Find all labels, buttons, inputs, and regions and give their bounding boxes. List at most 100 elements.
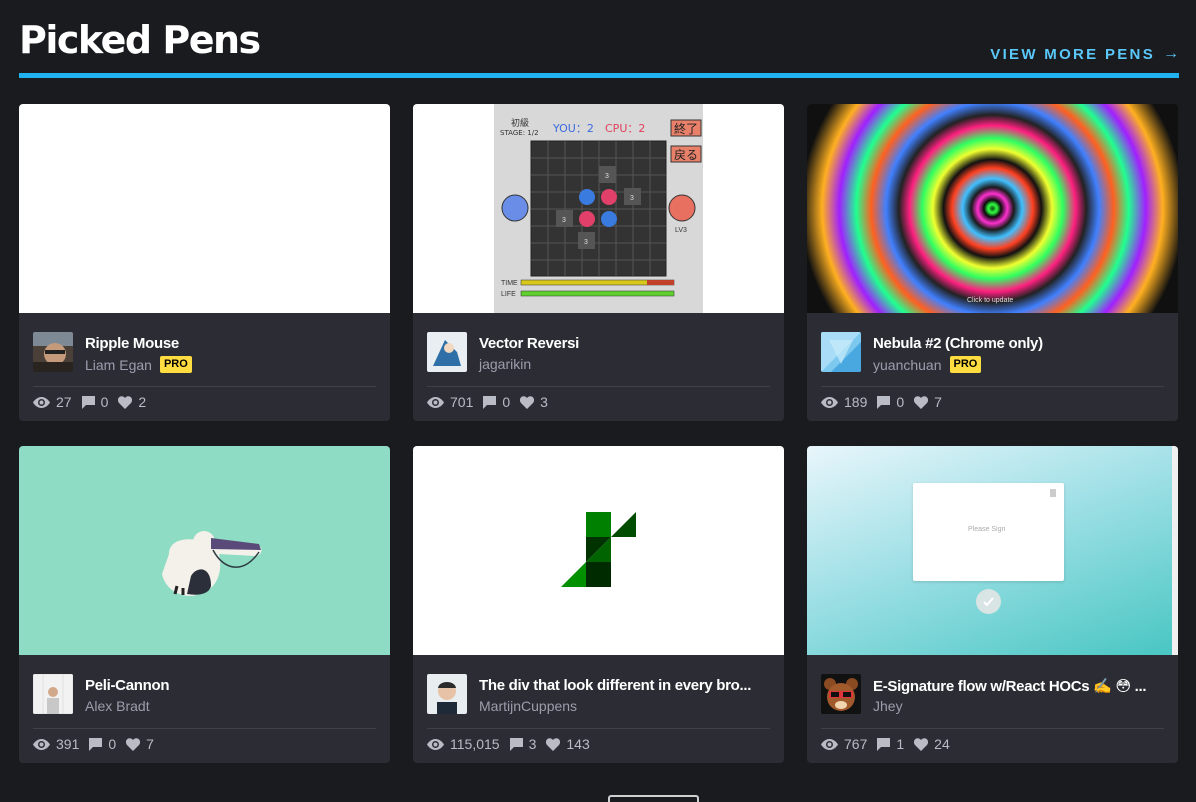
pen-card: Click to update Nebula #2 (Chrome only) … <box>807 104 1178 421</box>
pen-preview[interactable] <box>19 446 390 655</box>
time-label: TIME <box>501 280 518 287</box>
scrollbar[interactable] <box>1172 446 1178 655</box>
hearts-stat[interactable]: 7 <box>914 394 942 410</box>
comments-count: 3 <box>528 736 537 752</box>
arrow-right-icon: → <box>1163 45 1179 62</box>
pro-badge[interactable]: PRO <box>949 356 982 373</box>
hearts-count: 3 <box>540 394 548 410</box>
author-name[interactable]: Alex Bradt <box>85 698 150 714</box>
cell-value: 3 <box>630 195 634 202</box>
section-header: Picked Pens VIEW MORE PENS → <box>19 18 1179 78</box>
pen-card: Please Sign E-Signature flow w/React HOC <box>807 446 1178 763</box>
pen-title[interactable]: Ripple Mouse <box>85 335 375 352</box>
hearts-count: 2 <box>138 394 147 410</box>
eye-icon <box>33 738 50 750</box>
comments-stat[interactable]: 0 <box>81 394 109 410</box>
hearts-stat[interactable]: 7 <box>126 736 154 752</box>
pen-stats: 115,015 3 143 <box>427 736 590 752</box>
author-name[interactable]: MartijnCuppens <box>479 698 577 714</box>
pen-preview[interactable]: Click to update <box>807 104 1178 313</box>
view-more-label: VIEW MORE PENS <box>990 45 1155 63</box>
views-stat: 767 <box>821 736 867 752</box>
avatar[interactable] <box>821 332 861 372</box>
pen-meta: The div that look different in every bro… <box>427 660 770 720</box>
stage-label: STAGE: 1/2 <box>500 129 539 137</box>
avatar[interactable] <box>821 674 861 714</box>
pen-preview[interactable]: 初級 STAGE: 1/2 YOU：2 CPU：2 終了 戻る 3 3 3 3 … <box>413 104 784 313</box>
pen-preview[interactable]: Please Sign <box>807 446 1178 655</box>
comment-icon <box>483 395 497 409</box>
check-icon[interactable] <box>976 589 1001 614</box>
hearts-stat[interactable]: 3 <box>520 394 548 410</box>
eye-icon <box>33 396 50 408</box>
views-stat: 701 <box>427 394 473 410</box>
pen-title[interactable]: The div that look different in every bro… <box>479 677 769 694</box>
views-count: 767 <box>844 736 868 752</box>
hearts-count: 7 <box>146 736 154 752</box>
comments-stat[interactable]: 0 <box>877 394 904 410</box>
pen-title[interactable]: E-Signature flow w/React HOCs ✍️ 😳 ... <box>873 677 1163 695</box>
hearts-stat[interactable]: 2 <box>118 394 146 410</box>
author-name[interactable]: Liam Egan <box>85 357 152 373</box>
signature-pad[interactable]: Please Sign <box>913 483 1064 581</box>
author-row: Liam Egan PRO <box>85 356 192 373</box>
level-label: 初級 <box>511 117 529 129</box>
pen-preview[interactable] <box>19 104 390 313</box>
views-count: 189 <box>844 394 868 410</box>
hearts-stat[interactable]: 143 <box>546 736 590 752</box>
avatar[interactable] <box>427 332 467 372</box>
author-name[interactable]: yuanchuan <box>873 357 942 373</box>
cell-value: 3 <box>605 173 609 180</box>
pen-card: The div that look different in every bro… <box>413 446 784 763</box>
signature-placeholder: Please Sign <box>968 526 1006 533</box>
heart-icon <box>914 395 929 409</box>
pen-card: Ripple Mouse Liam Egan PRO 27 0 2 <box>19 104 390 421</box>
author-name[interactable]: jagarikin <box>479 356 531 372</box>
lv-label: LV3 <box>675 227 687 234</box>
avatar[interactable] <box>33 332 73 372</box>
eye-icon <box>427 396 444 408</box>
views-count: 27 <box>56 394 72 410</box>
pen-meta: Ripple Mouse Liam Egan PRO <box>33 318 376 378</box>
heart-icon <box>126 737 141 751</box>
comments-stat[interactable]: 0 <box>483 394 510 410</box>
view-more-pens-link[interactable]: VIEW MORE PENS → <box>990 45 1179 63</box>
pen-title[interactable]: Vector Reversi <box>479 335 769 352</box>
hearts-count: 7 <box>934 394 942 410</box>
eye-icon <box>821 396 838 408</box>
pen-title[interactable]: Peli-Cannon <box>85 677 375 694</box>
hearts-count: 24 <box>934 736 950 752</box>
pen-title[interactable]: Nebula #2 (Chrome only) <box>873 335 1163 352</box>
life-label: LIFE <box>501 291 516 298</box>
comments-count: 0 <box>100 394 109 410</box>
author-name[interactable]: Jhey <box>873 698 903 714</box>
load-more-button[interactable] <box>608 795 699 802</box>
hearts-stat[interactable]: 24 <box>914 736 950 752</box>
views-stat: 391 <box>33 736 79 752</box>
divider <box>427 386 770 387</box>
author-row: Alex Bradt <box>85 698 150 714</box>
comments-count: 0 <box>108 736 117 752</box>
divider <box>427 728 770 729</box>
green-shapes-illustration <box>561 512 636 587</box>
pen-preview[interactable] <box>413 446 784 655</box>
comment-icon <box>81 395 95 409</box>
avatar[interactable] <box>33 674 73 714</box>
trash-icon[interactable] <box>1050 489 1056 497</box>
divider <box>821 728 1164 729</box>
comment-icon <box>877 395 891 409</box>
author-row: MartijnCuppens <box>479 698 577 714</box>
pens-grid: Ripple Mouse Liam Egan PRO 27 0 2 初級 STA… <box>19 104 1178 763</box>
pen-card: Peli-Cannon Alex Bradt 391 0 7 <box>19 446 390 763</box>
comments-count: 0 <box>502 394 511 410</box>
heart-icon <box>546 737 561 751</box>
back-button-label: 戻る <box>674 148 698 162</box>
avatar[interactable] <box>427 674 467 714</box>
comments-stat[interactable]: 3 <box>509 736 537 752</box>
comments-stat[interactable]: 1 <box>877 736 904 752</box>
views-stat: 115,015 <box>427 736 500 752</box>
pro-badge[interactable]: PRO <box>159 356 192 373</box>
comments-stat[interactable]: 0 <box>89 736 116 752</box>
pen-meta: Vector Reversi jagarikin <box>427 318 770 378</box>
divider <box>821 386 1164 387</box>
